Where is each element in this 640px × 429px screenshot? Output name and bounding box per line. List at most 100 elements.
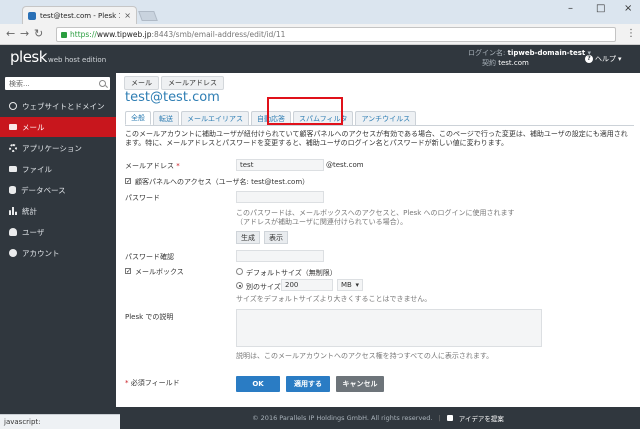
sidebar: 検索... ウェブサイトとドメイン メール アプリケーション ファイル データベ… bbox=[0, 73, 116, 429]
minimize-icon[interactable]: – bbox=[568, 3, 573, 14]
sidebar-item-applications[interactable]: アプリケーション bbox=[0, 138, 116, 158]
url-host: www.tipweb.jp bbox=[96, 30, 152, 39]
sidebar-item-account[interactable]: アカウント bbox=[0, 243, 116, 263]
sidebar-item-label: アプリケーション bbox=[22, 143, 82, 153]
mailbox-checkbox[interactable]: ✓ bbox=[125, 268, 131, 275]
custom-size-label: 別のサイズ bbox=[246, 283, 281, 291]
sidebar-item-statistics[interactable]: 統計 bbox=[0, 201, 116, 221]
sidebar-item-label: ウェブサイトとドメイン bbox=[22, 101, 105, 111]
sidebar-item-label: メール bbox=[22, 122, 45, 132]
reload-icon[interactable]: ↻ bbox=[34, 28, 43, 40]
tab-antivirus[interactable]: アンチウイルス bbox=[355, 111, 417, 125]
back-icon[interactable]: ← bbox=[6, 28, 15, 40]
close-tab-icon[interactable]: × bbox=[124, 11, 131, 20]
sidebar-item-label: ファイル bbox=[22, 164, 52, 174]
breadcrumb-mail[interactable]: メール bbox=[124, 76, 159, 90]
plesk-header: plesk web host edition ログイン名: tipweb-dom… bbox=[0, 45, 640, 73]
size-hint: サイズをデフォルトサイズより大きくすることはできません。 bbox=[236, 295, 432, 303]
idea-icon bbox=[446, 415, 453, 421]
confirm-password-field[interactable] bbox=[236, 250, 324, 262]
page-title: test@test.com bbox=[125, 90, 220, 105]
folder-icon bbox=[9, 166, 17, 172]
login-label: ログイン名: bbox=[468, 49, 506, 57]
new-tab-button[interactable] bbox=[138, 11, 158, 21]
panel-access-label: 顧客パネルへのアクセス（ユーザ名: test@test.com） bbox=[135, 178, 310, 186]
generate-button[interactable]: 生成 bbox=[236, 231, 260, 244]
browser-menu-icon[interactable]: ⋮ bbox=[626, 28, 636, 39]
database-icon bbox=[9, 186, 16, 194]
tab-forwarding[interactable]: 転送 bbox=[153, 111, 179, 125]
browser-titlebar: test@test.com - Plesk 12 × – □ × bbox=[0, 0, 640, 24]
required-note: * 必須フィールド bbox=[125, 378, 180, 388]
help-label: ヘルプ bbox=[595, 55, 616, 63]
spam-filter-highlight bbox=[267, 97, 343, 125]
mail-icon bbox=[9, 124, 17, 130]
search-icon[interactable] bbox=[99, 80, 106, 87]
ok-button[interactable]: OK bbox=[236, 376, 280, 392]
contract-label: 契約 bbox=[482, 59, 496, 67]
default-size-label: デフォルトサイズ（無制限） bbox=[246, 269, 337, 277]
email-domain: @test.com bbox=[326, 161, 364, 169]
page-description: このメールアカウントに補助ユーザが紐付けられていて顧客パネルへのアクセスが有効で… bbox=[125, 130, 628, 147]
cancel-button[interactable]: キャンセル bbox=[336, 376, 384, 392]
show-password-button[interactable]: 表示 bbox=[264, 231, 288, 244]
confirm-password-label: パスワード確認 bbox=[125, 253, 174, 261]
email-label-text: メールアドレス bbox=[125, 162, 174, 170]
sidebar-item-files[interactable]: ファイル bbox=[0, 159, 116, 179]
forward-icon[interactable]: → bbox=[20, 28, 29, 40]
contract-info: 契約 test.com bbox=[482, 58, 529, 68]
sidebar-item-label: データベース bbox=[21, 185, 66, 195]
required-note-text: 必須フィールド bbox=[130, 379, 180, 387]
custom-size-radio[interactable] bbox=[236, 282, 243, 289]
copyright: © 2016 Parallels IP Holdings GmbH. All r… bbox=[252, 414, 433, 422]
password-hint: このパスワードは、メールボックスへのアクセスと、Plesk へのログインに使用さ… bbox=[236, 209, 515, 226]
mailbox-size-field[interactable]: 200 bbox=[281, 279, 333, 291]
globe-icon bbox=[9, 102, 17, 110]
breadcrumb-email-addresses[interactable]: メールアドレス bbox=[161, 76, 224, 90]
maximize-icon[interactable]: □ bbox=[596, 3, 605, 14]
browser-status-bar: javascript: bbox=[0, 414, 120, 429]
size-unit-select[interactable]: MB ▾ bbox=[337, 279, 363, 291]
sidebar-item-label: ユーザ bbox=[22, 227, 45, 237]
sidebar-item-mail[interactable]: メール bbox=[0, 117, 116, 137]
browser-toolbar: ← → ↻ https://www.tipweb.jp:8443/smb/ema… bbox=[0, 24, 640, 45]
plesk-description-hint: 説明は、このメールアカウントへのアクセス権を持つすべての人に表示されます。 bbox=[236, 352, 494, 360]
main-content: メール メールアドレス test@test.com 全般 転送 メールエイリアス… bbox=[116, 73, 640, 407]
help-icon: ? bbox=[585, 55, 593, 63]
sidebar-item-users[interactable]: ユーザ bbox=[0, 222, 116, 242]
user-icon bbox=[9, 228, 17, 236]
browser-tab[interactable]: test@test.com - Plesk 12 × bbox=[22, 6, 137, 24]
email-label: メールアドレス * bbox=[125, 161, 180, 171]
login-name: tipweb-domain-test bbox=[507, 49, 586, 57]
password-label: パスワード bbox=[125, 194, 160, 202]
lock-icon bbox=[61, 31, 67, 38]
sidebar-item-databases[interactable]: データベース bbox=[0, 180, 116, 200]
edition-label: web host edition bbox=[48, 56, 107, 64]
login-info[interactable]: ログイン名: tipweb-domain-test ▾ bbox=[468, 48, 591, 58]
email-field[interactable]: test bbox=[236, 159, 324, 171]
plesk-description-textarea[interactable] bbox=[236, 309, 542, 347]
tab-general[interactable]: 全般 bbox=[125, 111, 151, 125]
address-bar[interactable]: https://www.tipweb.jp:8443/smb/email-add… bbox=[56, 27, 616, 42]
help-menu[interactable]: ? ヘルプ ▾ bbox=[585, 54, 622, 64]
password-field[interactable] bbox=[236, 191, 324, 203]
account-icon bbox=[9, 249, 17, 257]
apply-button[interactable]: 適用する bbox=[286, 376, 330, 392]
sidebar-search-input[interactable]: 検索... bbox=[5, 77, 110, 90]
footer-separator: | bbox=[438, 414, 441, 422]
gear-icon bbox=[9, 144, 17, 152]
chevron-down-icon: ▾ bbox=[355, 281, 359, 289]
mailbox-label: メールボックス bbox=[135, 268, 184, 276]
stats-icon bbox=[9, 207, 17, 215]
close-window-icon[interactable]: × bbox=[624, 3, 632, 14]
footer: © 2016 Parallels IP Holdings GmbH. All r… bbox=[116, 407, 640, 429]
tab-aliases[interactable]: メールエイリアス bbox=[181, 111, 249, 125]
tab-divider bbox=[125, 125, 634, 126]
sidebar-item-websites[interactable]: ウェブサイトとドメイン bbox=[0, 96, 116, 116]
contract-value: test.com bbox=[498, 59, 529, 67]
default-size-radio[interactable] bbox=[236, 268, 243, 275]
suggest-idea-link[interactable]: アイデアを提案 bbox=[459, 413, 504, 423]
plesk-favicon-icon bbox=[28, 11, 36, 20]
panel-access-checkbox[interactable]: ✓ bbox=[125, 178, 131, 185]
plesk-logo[interactable]: plesk bbox=[10, 48, 47, 66]
